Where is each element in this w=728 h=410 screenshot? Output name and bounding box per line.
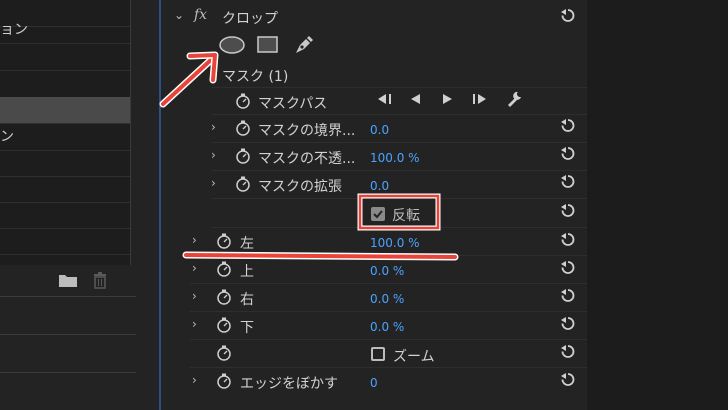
annotation-overlay <box>159 51 459 261</box>
annotation-highlight-box <box>357 193 441 231</box>
annotation-arrow <box>159 51 219 108</box>
annotation-underline <box>182 251 459 261</box>
